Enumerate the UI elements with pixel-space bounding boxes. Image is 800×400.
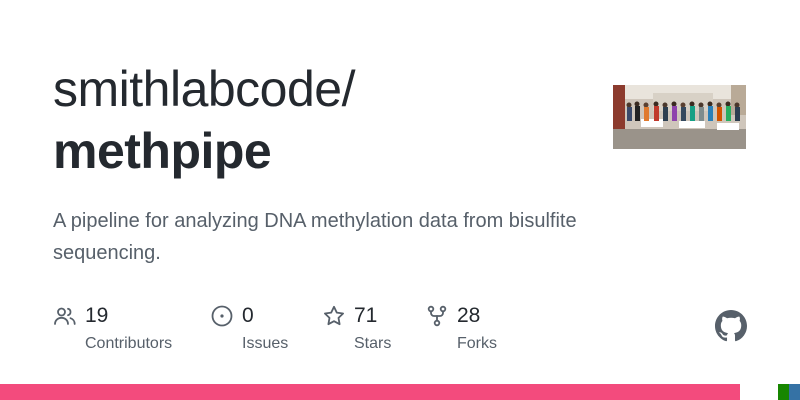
contributors-count: 19 <box>85 304 109 327</box>
fork-icon <box>425 304 449 328</box>
repo-owner[interactable]: smithlabcode/ <box>53 58 593 120</box>
language-segment <box>789 384 800 400</box>
language-segment <box>778 384 789 400</box>
github-icon[interactable] <box>715 310 747 342</box>
social-preview-card: smithlabcode/ methpipe A pipeline for an… <box>0 0 800 400</box>
issue-circle-icon <box>210 304 234 328</box>
repo-title[interactable]: smithlabcode/ methpipe <box>53 58 593 182</box>
contributors-label: Contributors <box>85 335 173 352</box>
star-icon <box>322 304 346 328</box>
forks-count: 28 <box>457 304 481 327</box>
stars-label: Stars <box>354 335 392 352</box>
language-bar <box>0 384 800 400</box>
language-segment <box>740 384 778 400</box>
stars-count: 71 <box>354 304 378 327</box>
owner-avatar <box>613 85 746 149</box>
repo-description: A pipeline for analyzing DNA methylation… <box>53 210 577 264</box>
issues-label: Issues <box>242 335 289 352</box>
issues-count: 0 <box>242 304 254 327</box>
forks-label: Forks <box>457 335 497 352</box>
people-icon <box>53 304 77 328</box>
repo-name[interactable]: methpipe <box>53 120 593 182</box>
language-segment <box>0 384 740 400</box>
group-photo <box>613 85 746 149</box>
